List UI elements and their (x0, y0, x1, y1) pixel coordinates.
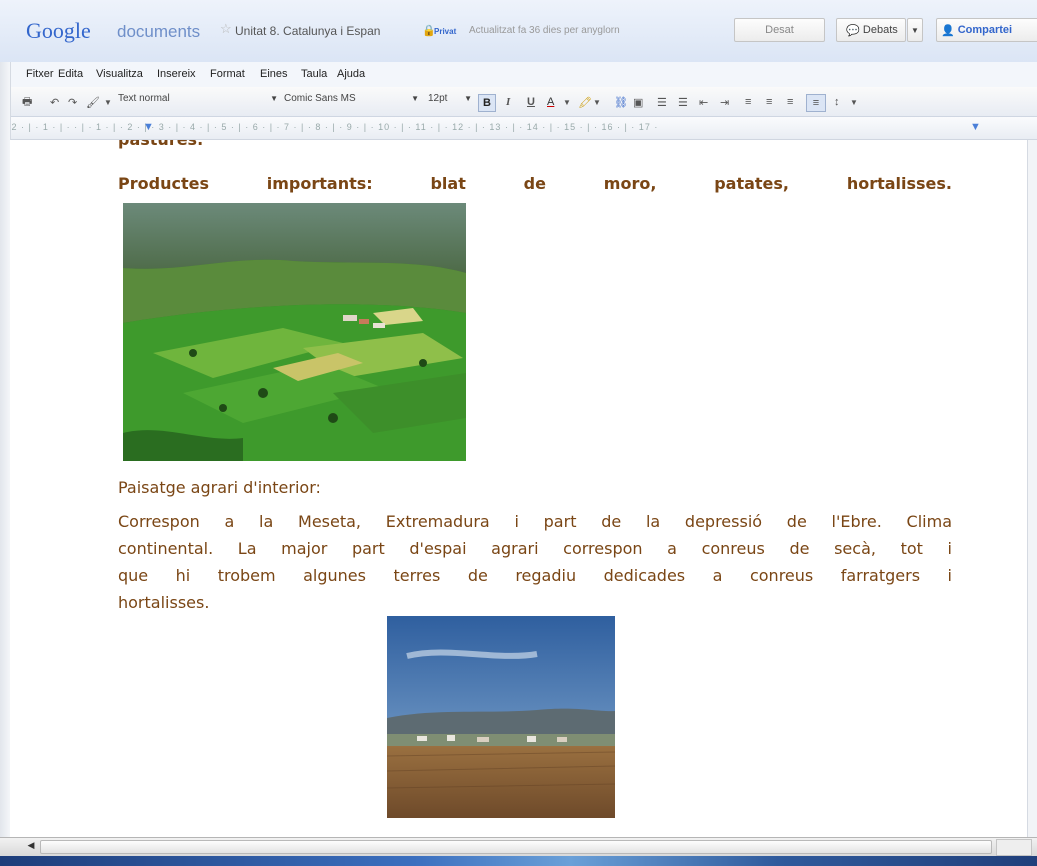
share-button[interactable]: 👤 Compartei (936, 18, 1037, 42)
body-line: continental. La major part d'espai agrar… (118, 539, 952, 558)
right-indent-marker-icon[interactable]: ▼ (970, 121, 981, 133)
increase-indent-icon[interactable]: ⇥ (720, 94, 729, 110)
body-line: que hi trobem algunes terres de regadiu … (118, 566, 952, 585)
left-indent-marker-icon[interactable]: ▼ (143, 121, 154, 133)
discussions-dropdown[interactable]: ▼ (907, 18, 923, 42)
paint-format-icon[interactable]: 🖌 (86, 94, 100, 110)
private-label[interactable]: Privat (434, 27, 456, 36)
section-body: Correspon a la Meseta, Extremadura i par… (118, 508, 952, 616)
save-status: Actualitzat fa 36 dies per anyglorn (469, 25, 620, 36)
documents-logo-text[interactable]: documents (117, 22, 200, 42)
menu-tools[interactable]: Eines (260, 68, 288, 80)
decrease-indent-icon[interactable]: ⇤ (699, 94, 708, 110)
menu-help[interactable]: Ajuda (337, 68, 365, 80)
underline-button[interactable]: U (527, 94, 535, 110)
menu-view[interactable]: Visualitza (96, 68, 143, 80)
horizontal-scrollbar[interactable]: ◀ (0, 837, 1037, 856)
partial-line: pastures. (118, 140, 952, 153)
font-size-value: 12pt (428, 93, 448, 104)
user-icon: 👤 (941, 24, 955, 37)
menu-table[interactable]: Taula (301, 68, 327, 80)
menu-bar: Fitxer Edita Visualitza Insereix Format … (0, 62, 1037, 87)
interior-valley-photo[interactable] (123, 203, 466, 461)
body-line: hortalisses. (118, 593, 210, 612)
toolbar: 🖶 ↶ ↷ 🖌 ▼ Text normal ▼ Comic Sans MS ▼ … (0, 87, 1037, 117)
menu-file[interactable]: Fitxer (26, 68, 54, 80)
font-select-value: Comic Sans MS (284, 93, 356, 104)
discussion-icon: 💬 (846, 24, 860, 37)
section-heading: Paisatge agrari d'interior: (118, 478, 321, 497)
align-justify-icon[interactable]: ≡ (806, 94, 826, 112)
undo-icon[interactable]: ↶ (50, 94, 59, 110)
discussions-label: Debats (862, 24, 898, 36)
chevron-down-icon: ▼ (270, 94, 278, 103)
document-title[interactable]: Unitat 8. Catalunya i Espan (235, 24, 380, 38)
line-spacing-icon[interactable]: ↕ (834, 94, 840, 110)
italic-button[interactable]: I (506, 94, 510, 110)
chevron-down-icon[interactable]: ▼ (850, 94, 858, 110)
bulleted-list-icon[interactable]: ☰ (678, 94, 688, 110)
dry-farmland-photo[interactable] (387, 616, 615, 818)
save-button[interactable]: Desat (734, 18, 825, 42)
scroll-corner (996, 839, 1032, 856)
scroll-left-arrow-icon[interactable]: ◀ (24, 840, 38, 853)
link-icon[interactable]: ⛓ (614, 94, 628, 110)
chevron-down-icon: ▼ (464, 94, 472, 103)
discussions-button[interactable]: 💬 Debats (836, 18, 906, 42)
font-select[interactable]: Comic Sans MS ▼ (284, 93, 419, 110)
desktop-background-strip (0, 856, 1037, 866)
ruler-scale: · 2 · | · 1 · | · · | · 1 · | · 2 · | · … (4, 122, 659, 132)
menu-edit[interactable]: Edita (58, 68, 83, 80)
document-page[interactable]: pastures. Productes importants: blat de … (10, 140, 1027, 837)
products-line: Productes importants: blat de moro, pata… (118, 174, 952, 193)
window-frame-right (1027, 140, 1037, 837)
chevron-down-icon[interactable]: ▼ (563, 94, 571, 110)
menu-format[interactable]: Format (210, 68, 245, 80)
title-bar: Google documents ☆ Unitat 8. Catalunya i… (0, 0, 1037, 63)
star-icon[interactable]: ☆ (220, 21, 232, 37)
font-size-select[interactable]: 12pt ▼ (428, 93, 472, 110)
paint-format-dropdown-icon[interactable]: ▼ (104, 94, 112, 110)
comment-icon[interactable]: ▣ (633, 94, 643, 110)
numbered-list-icon[interactable]: ☰ (657, 94, 667, 110)
chevron-down-icon: ▼ (411, 94, 419, 103)
share-button-label: Compartei (957, 24, 1013, 36)
align-left-icon[interactable]: ≡ (745, 94, 751, 110)
ruler[interactable]: · 2 · | · 1 · | · · | · 1 · | · 2 · | · … (0, 117, 1037, 140)
scrollbar-thumb[interactable] (40, 840, 992, 854)
menu-insert[interactable]: Insereix (157, 68, 196, 80)
align-right-icon[interactable]: ≡ (787, 94, 793, 110)
style-select[interactable]: Text normal ▼ (118, 93, 278, 110)
body-line: Correspon a la Meseta, Extremadura i par… (118, 512, 952, 531)
align-center-icon[interactable]: ≡ (766, 94, 772, 110)
chevron-down-icon[interactable]: ▼ (593, 94, 601, 110)
chevron-down-icon: ▼ (911, 25, 919, 35)
bold-button[interactable]: B (478, 94, 496, 112)
print-icon[interactable]: 🖶 (22, 94, 32, 110)
save-button-label: Desat (765, 24, 794, 36)
text-color-button[interactable]: A (547, 94, 554, 110)
style-select-value: Text normal (118, 93, 170, 104)
highlight-icon[interactable]: 🖍 (578, 94, 592, 110)
redo-icon[interactable]: ↷ (68, 94, 77, 110)
google-logo[interactable]: Google (26, 18, 91, 44)
